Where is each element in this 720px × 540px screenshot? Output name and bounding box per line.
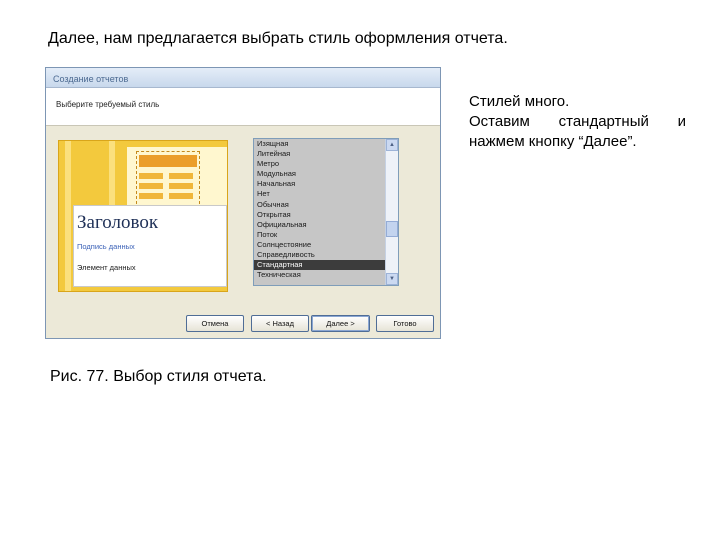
preview-bar (139, 155, 197, 167)
list-scrollbar[interactable]: ▲ ▼ (385, 139, 398, 285)
slide-heading: Далее, нам предлагается выбрать стиль оф… (48, 30, 508, 47)
back-button[interactable]: < Назад (251, 315, 309, 332)
side-note-line: нажмем кнопку “Далее”. (469, 133, 637, 150)
finish-button[interactable]: Готово (376, 315, 434, 332)
preview-title: Заголовок (77, 212, 159, 233)
cancel-button[interactable]: Отмена (186, 315, 244, 332)
preview-bar (169, 173, 193, 179)
figure-caption: Рис. 77. Выбор стиля отчета. (50, 368, 267, 385)
preview-bar (169, 183, 193, 189)
style-list-item[interactable]: Начальная (254, 179, 386, 189)
style-list-item[interactable]: Поток (254, 230, 386, 240)
dialog-subtitle: Выберите требуемый стиль (56, 100, 160, 109)
preview-field: Элемент данных (77, 263, 136, 272)
dialog-title: Создание отчетов (53, 74, 129, 84)
dialog-titlebar: Создание отчетов (46, 68, 440, 88)
style-list-items: Изящная Литейная Метро Модульная Начальная Не… (254, 139, 386, 280)
scroll-down-icon[interactable]: ▼ (386, 273, 398, 285)
style-list-item[interactable]: Солнцестояние (254, 240, 386, 250)
style-preview: Заголовок Подпись данных Элемент данных (58, 140, 228, 292)
report-wizard-dialog: Создание отчетов Выберите требуемый стил… (45, 67, 441, 339)
style-list-item[interactable]: Справедливость (254, 250, 386, 260)
style-listbox[interactable]: Изящная Литейная Метро Модульная Начальная Не… (253, 138, 399, 286)
preview-bar (139, 173, 163, 179)
next-button[interactable]: Далее > (311, 315, 370, 332)
preview-stripe (65, 141, 71, 291)
style-list-item[interactable]: Модульная (254, 169, 386, 179)
style-list-item[interactable]: Техническая (254, 270, 386, 280)
preview-stripe (109, 141, 115, 211)
side-note: Стилей много. Оставим стандартный и нажм… (469, 92, 686, 152)
style-list-item[interactable]: Метро (254, 159, 386, 169)
style-list-item[interactable]: Обычная (254, 200, 386, 210)
preview-bar (139, 193, 163, 199)
preview-card: Заголовок Подпись данных Элемент данных (73, 205, 227, 287)
scroll-up-icon[interactable]: ▲ (386, 139, 398, 151)
side-note-line: Стилей много. (469, 93, 570, 110)
style-list-item[interactable]: Нет (254, 189, 386, 199)
style-list-item[interactable]: Открытая (254, 210, 386, 220)
style-list-item[interactable]: Литейная (254, 149, 386, 159)
scroll-thumb[interactable] (386, 221, 398, 237)
style-list-item[interactable]: Официальная (254, 220, 386, 230)
preview-subtitle: Подпись данных (77, 242, 135, 251)
preview-bar (139, 183, 163, 189)
side-note-line: Оставим стандартный и (469, 113, 686, 130)
preview-bar (169, 193, 193, 199)
dialog-header: Выберите требуемый стиль (46, 88, 440, 126)
style-list-item[interactable]: Изящная (254, 139, 386, 149)
style-list-item[interactable]: Стандартная (254, 260, 386, 271)
